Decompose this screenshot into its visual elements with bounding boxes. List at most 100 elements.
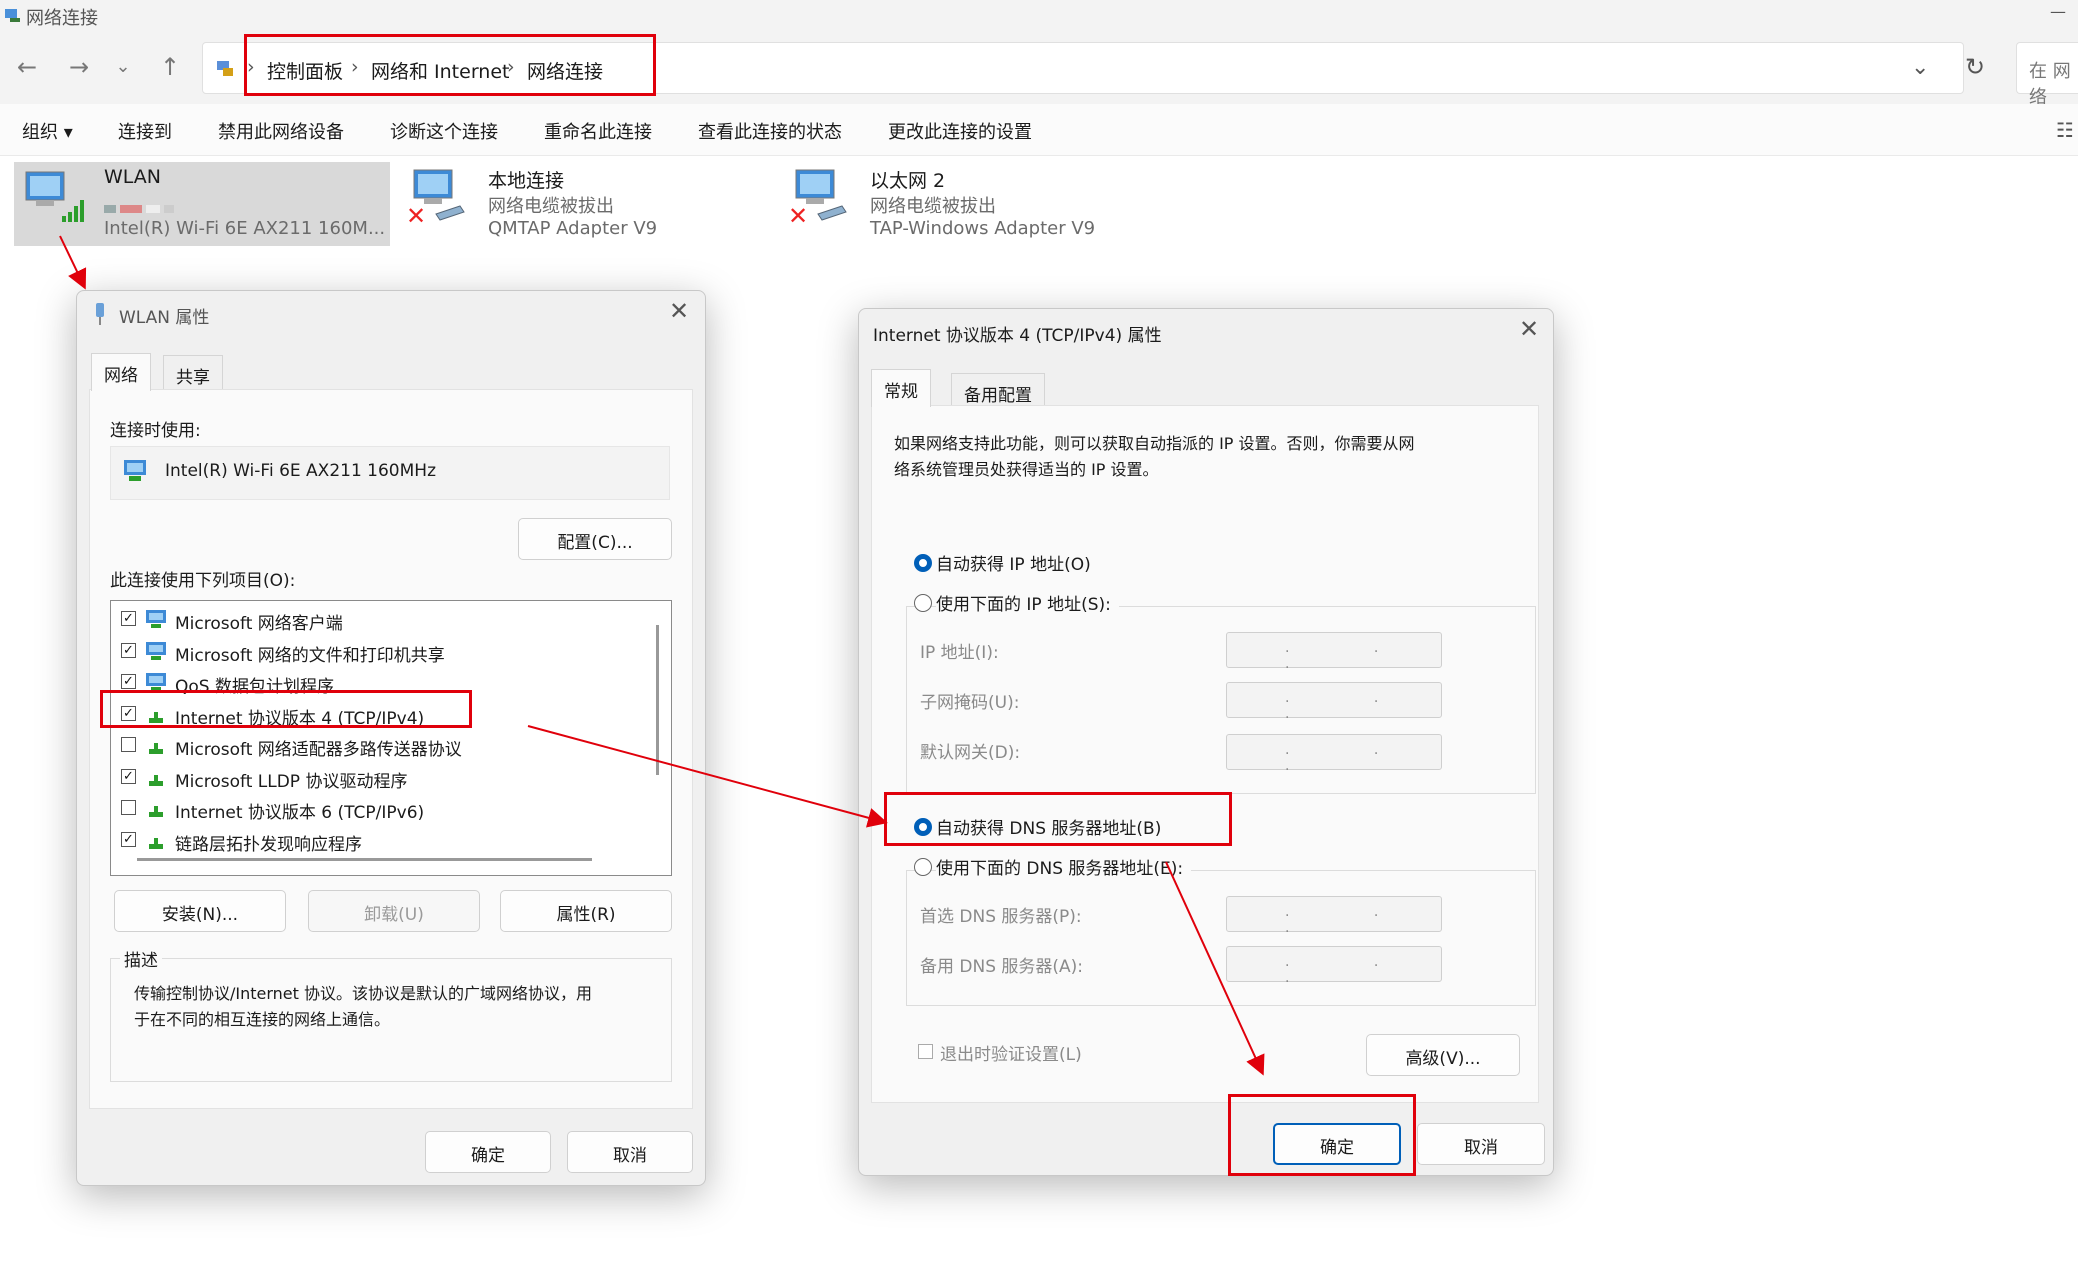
item-checkbox[interactable]: ✓ bbox=[121, 831, 136, 847]
annotation-box-auto-dns bbox=[884, 792, 1232, 846]
list-item[interactable]: Internet 协议版本 6 (TCP/IPv6) bbox=[121, 796, 641, 824]
item-label: Microsoft 网络客户端 bbox=[175, 614, 343, 634]
network-tab-panel: 连接时使用: Intel(R) Wi-Fi 6E AX211 160MHz 配置… bbox=[89, 389, 693, 1109]
list-item[interactable]: ✓ Microsoft 网络客户端 bbox=[121, 607, 641, 635]
item-checkbox[interactable] bbox=[121, 737, 136, 752]
connection-status: 网络电缆被拔出 bbox=[870, 196, 996, 217]
window-title: 网络连接 bbox=[26, 8, 98, 29]
item-label: Microsoft 网络适配器多路传送器协议 bbox=[175, 740, 462, 760]
configure-button[interactable]: 配置(C)... bbox=[518, 518, 672, 560]
diagnose-command[interactable]: 诊断这个连接 bbox=[390, 118, 498, 144]
annotation-box-breadcrumb bbox=[244, 34, 656, 96]
connection-name: 以太网 2 bbox=[870, 170, 946, 192]
advanced-button[interactable]: 高级(V)... bbox=[1366, 1034, 1520, 1076]
wifi-adapter-icon bbox=[25, 171, 84, 222]
intro-text-line2: 络系统管理员处获得适当的 IP 设置。 bbox=[894, 460, 1159, 479]
item-checkbox[interactable]: ✓ bbox=[121, 642, 136, 658]
search-input[interactable]: 在 网络 bbox=[2016, 42, 2078, 108]
minimize-button[interactable]: — bbox=[2050, 2, 2066, 21]
up-arrow-icon[interactable]: ↑ bbox=[155, 52, 185, 82]
uninstall-button[interactable]: 卸载(U) bbox=[308, 890, 480, 932]
gateway-field[interactable]: . . . bbox=[1226, 734, 1442, 774]
auto-ip-label[interactable]: 自动获得 IP 地址(O) bbox=[936, 550, 1091, 575]
manual-ip-radio[interactable] bbox=[914, 594, 932, 612]
item-label: Microsoft 网络的文件和打印机共享 bbox=[175, 645, 445, 666]
tab-network[interactable]: 网络 bbox=[91, 353, 151, 391]
connection-item-local[interactable]: ✕ 本地连接 网络电缆被拔出 QMTAP Adapter V9 bbox=[398, 162, 774, 246]
item-checkbox[interactable]: ✓ bbox=[121, 768, 136, 784]
forward-arrow-icon[interactable]: → bbox=[64, 52, 94, 82]
item-checkbox[interactable] bbox=[121, 800, 136, 815]
close-icon[interactable]: ✕ bbox=[669, 297, 689, 325]
connection-name: 本地连接 bbox=[488, 170, 565, 192]
intro-text-line1: 如果网络支持此功能，则可以获取自动指派的 IP 设置。否则，你需要从网 bbox=[894, 434, 1415, 453]
list-item[interactable]: ✓ 链路层拓扑发现响应程序 bbox=[121, 828, 641, 856]
components-list[interactable]: ✓ Microsoft 网络客户端 ✓ Microsoft 网络的文件和打印机共享 ✓ Q… bbox=[110, 600, 672, 876]
list-item[interactable]: Microsoft 网络适配器多路传送器协议 bbox=[121, 733, 641, 761]
address-dropdown-icon[interactable]: ⌄ bbox=[1911, 55, 1929, 80]
disable-device-command[interactable]: 禁用此网络设备 bbox=[218, 118, 344, 144]
subnet-mask-label: 子网掩码(U): bbox=[920, 693, 1020, 713]
cancel-button[interactable]: 取消 bbox=[1417, 1123, 1545, 1165]
network-folder-icon bbox=[5, 9, 20, 22]
svg-text:✕: ✕ bbox=[788, 202, 808, 230]
connection-device: QMTAP Adapter V9 bbox=[488, 218, 658, 239]
auto-ip-radio[interactable] bbox=[914, 554, 932, 572]
organize-menu[interactable]: 组织 ▾ bbox=[22, 118, 73, 144]
rename-command[interactable]: 重命名此连接 bbox=[544, 118, 652, 144]
connection-item-wlan[interactable]: WLAN Intel(R) Wi-Fi 6E AX211 160M... bbox=[14, 162, 390, 246]
install-button[interactable]: 安装(N)... bbox=[114, 890, 286, 932]
item-label: Internet 协议版本 6 (TCP/IPv6) bbox=[175, 803, 425, 823]
list-item[interactable]: ✓ Microsoft LLDP 协议驱动程序 bbox=[121, 765, 641, 793]
back-arrow-icon[interactable]: ← bbox=[12, 52, 42, 82]
gateway-label: 默认网关(D): bbox=[920, 743, 1021, 763]
adapter-box: Intel(R) Wi-Fi 6E AX211 160MHz bbox=[110, 446, 670, 500]
network-adapter-icon bbox=[124, 460, 146, 481]
horizontal-scrollbar[interactable] bbox=[137, 858, 592, 861]
manual-dns-radio[interactable] bbox=[914, 858, 932, 876]
preferred-dns-label: 首选 DNS 服务器(P): bbox=[920, 907, 1082, 927]
general-tab-panel: 如果网络支持此功能，则可以获取自动指派的 IP 设置。否则，你需要从网 络系统管… bbox=[871, 405, 1539, 1103]
title-bar: 网络连接 — bbox=[0, 0, 2078, 32]
cancel-button[interactable]: 取消 bbox=[567, 1131, 693, 1173]
tab-general[interactable]: 常规 bbox=[871, 369, 931, 407]
control-panel-icon bbox=[217, 61, 233, 76]
protocol-icon bbox=[149, 806, 163, 817]
svg-text:✕: ✕ bbox=[406, 202, 426, 230]
view-options-icon[interactable]: ☷ bbox=[2056, 118, 2074, 142]
close-icon[interactable]: ✕ bbox=[1519, 315, 1539, 343]
item-checkbox[interactable]: ✓ bbox=[121, 674, 136, 689]
manual-dns-label[interactable]: 使用下面的 DNS 服务器地址(E): bbox=[936, 854, 1192, 879]
adapter-name: Intel(R) Wi-Fi 6E AX211 160MHz bbox=[165, 461, 436, 481]
ethernet-adapter-icon: ✕ bbox=[788, 169, 847, 230]
view-status-command[interactable]: 查看此连接的状态 bbox=[698, 118, 842, 144]
change-settings-command[interactable]: 更改此连接的设置 bbox=[888, 118, 1032, 144]
tab-sharing[interactable]: 共享 bbox=[163, 355, 223, 393]
dialog-title: Internet 协议版本 4 (TCP/IPv4) 属性 bbox=[873, 326, 1162, 346]
item-checkbox[interactable]: ✓ bbox=[121, 611, 136, 626]
description-text-line1: 传输控制协议/Internet 协议。该协议是默认的广域网络协议，用 bbox=[134, 984, 593, 1003]
description-text-line2: 于在不同的相互连接的网络上通信。 bbox=[134, 1010, 391, 1029]
ok-button[interactable]: 确定 bbox=[425, 1131, 551, 1173]
connect-using-label: 连接时使用: bbox=[110, 421, 201, 441]
ip-address-label: IP 地址(I): bbox=[920, 643, 999, 663]
connection-name: WLAN bbox=[104, 166, 162, 188]
manual-ip-label[interactable]: 使用下面的 IP 地址(S): bbox=[936, 590, 1119, 615]
connection-device: TAP-Windows Adapter V9 bbox=[870, 218, 1096, 239]
ip-address-field[interactable]: . . . bbox=[1226, 632, 1442, 672]
alternate-dns-field[interactable]: . . . bbox=[1226, 946, 1442, 986]
items-label: 此连接使用下列项目(O): bbox=[110, 571, 296, 591]
vertical-scrollbar[interactable] bbox=[656, 625, 659, 775]
validate-label[interactable]: 退出时验证设置(L) bbox=[940, 1040, 1082, 1065]
validate-checkbox[interactable] bbox=[918, 1044, 933, 1059]
recent-chevron-icon[interactable]: ⌄ bbox=[108, 52, 138, 82]
command-bar: 组织 ▾ 连接到 禁用此网络设备 诊断这个连接 重命名此连接 查看此连接的状态 … bbox=[0, 104, 2078, 156]
list-item[interactable]: ✓ Microsoft 网络的文件和打印机共享 bbox=[121, 639, 641, 667]
preferred-dns-field[interactable]: . . . bbox=[1226, 896, 1442, 936]
subnet-mask-field[interactable]: . . . bbox=[1226, 682, 1442, 722]
connection-item-ethernet2[interactable]: ✕ 以太网 2 网络电缆被拔出 TAP-Windows Adapter V9 bbox=[780, 162, 1156, 246]
properties-button[interactable]: 属性(R) bbox=[500, 890, 672, 932]
connection-status: 网络电缆被拔出 bbox=[488, 196, 614, 217]
connect-to-command[interactable]: 连接到 bbox=[118, 118, 172, 144]
refresh-icon[interactable]: ↻ bbox=[1965, 53, 1985, 81]
